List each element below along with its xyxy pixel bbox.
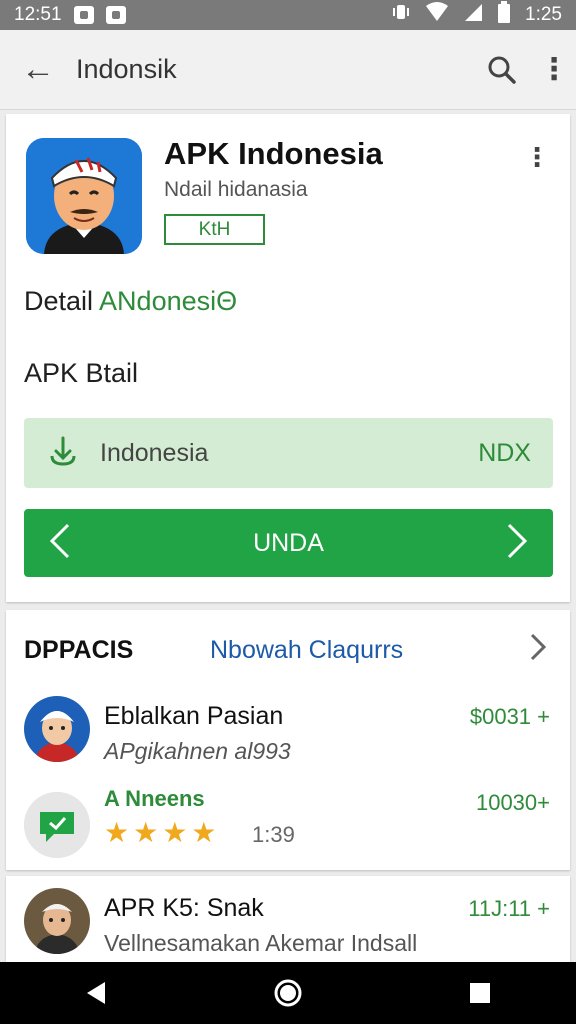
app-bar: ← Indonsik ⋮ <box>0 30 576 110</box>
section-link[interactable]: Nbowah Claqurrs <box>210 636 403 665</box>
chat-app-icon <box>24 792 90 858</box>
install-code: NDX <box>478 438 531 467</box>
status-time-left: 12:51 <box>14 4 62 25</box>
detail-prefix: Detail <box>24 286 94 316</box>
content-rating-badge: KtH <box>164 214 265 245</box>
vibrate-icon <box>391 2 411 28</box>
detail-subheading: APK Btail <box>24 358 139 388</box>
section-heading: DPPACIS <box>24 636 134 664</box>
search-icon[interactable] <box>472 55 532 85</box>
star-rating: ★★★★ <box>104 817 221 848</box>
item-price: 10030+ <box>475 790 550 815</box>
nav-back-icon[interactable] <box>76 973 116 1013</box>
nav-home-icon[interactable] <box>268 973 308 1013</box>
list-item[interactable]: Eblalkan Pasian APgikahnen al993 $0031 + <box>6 696 570 776</box>
rating-value: 1:39 <box>252 822 295 847</box>
avatar <box>24 888 90 954</box>
back-arrow-icon[interactable]: ← <box>0 50 76 89</box>
detail-link[interactable]: ANdonesiΘ <box>99 286 237 316</box>
item-tag: A Nneens <box>104 786 205 811</box>
detail-line: Detail ANdonesiΘ <box>24 286 237 317</box>
chevron-left-icon[interactable] <box>48 522 72 565</box>
update-label: UNDA <box>253 528 324 557</box>
nav-recents-icon[interactable] <box>460 973 500 1013</box>
item-title: Eblalkan Pasian <box>104 702 284 730</box>
status-time-right: 1:25 <box>525 4 562 25</box>
item-title: APR K5: Snak <box>104 894 264 922</box>
battery-icon <box>497 1 511 29</box>
system-nav-bar <box>0 962 576 1024</box>
app-detail-card: APK Indonesia Ndail hidanasia ⋮ KtH Deta… <box>6 114 570 602</box>
download-icon <box>46 434 80 473</box>
avatar <box>24 696 90 762</box>
chevron-right-icon[interactable] <box>528 632 548 670</box>
install-button[interactable]: Indonesia NDX <box>24 418 553 488</box>
chevron-right-icon[interactable] <box>505 522 529 565</box>
bottom-app-card[interactable]: APR K5: Snak Vellnesamakan Akemar Indsal… <box>6 876 570 966</box>
item-price: $0031 + <box>469 704 550 729</box>
status-bar: 12:51 1:25 <box>0 0 576 30</box>
app-developer[interactable]: Ndail hidanasia <box>164 178 308 202</box>
update-button[interactable]: UNDA <box>24 509 553 577</box>
overflow-menu-icon[interactable]: ⋮ <box>532 52 576 87</box>
notification-icon-2 <box>105 6 126 24</box>
notification-icon <box>73 6 94 24</box>
app-logo-icon[interactable] <box>26 138 142 254</box>
item-subtitle: Vellnesamakan Akemar Indsall <box>104 930 418 956</box>
app-name: APK Indonesia <box>164 136 383 171</box>
wifi-icon <box>425 2 449 28</box>
item-subtitle: APgikahnen al993 <box>104 738 291 764</box>
toolbar-title: Indonsik <box>76 54 177 84</box>
card-overflow-icon[interactable]: ⋮ <box>524 142 550 173</box>
list-item[interactable]: A Nneens 10030+ ★★★★ 1:39 <box>6 782 570 862</box>
install-label: Indonesia <box>100 438 209 467</box>
item-price: 11J:11 + <box>468 896 550 921</box>
similar-apps-card: DPPACIS Nbowah Claqurrs Eblalkan Pasian … <box>6 610 570 870</box>
signal-icon <box>463 2 483 28</box>
